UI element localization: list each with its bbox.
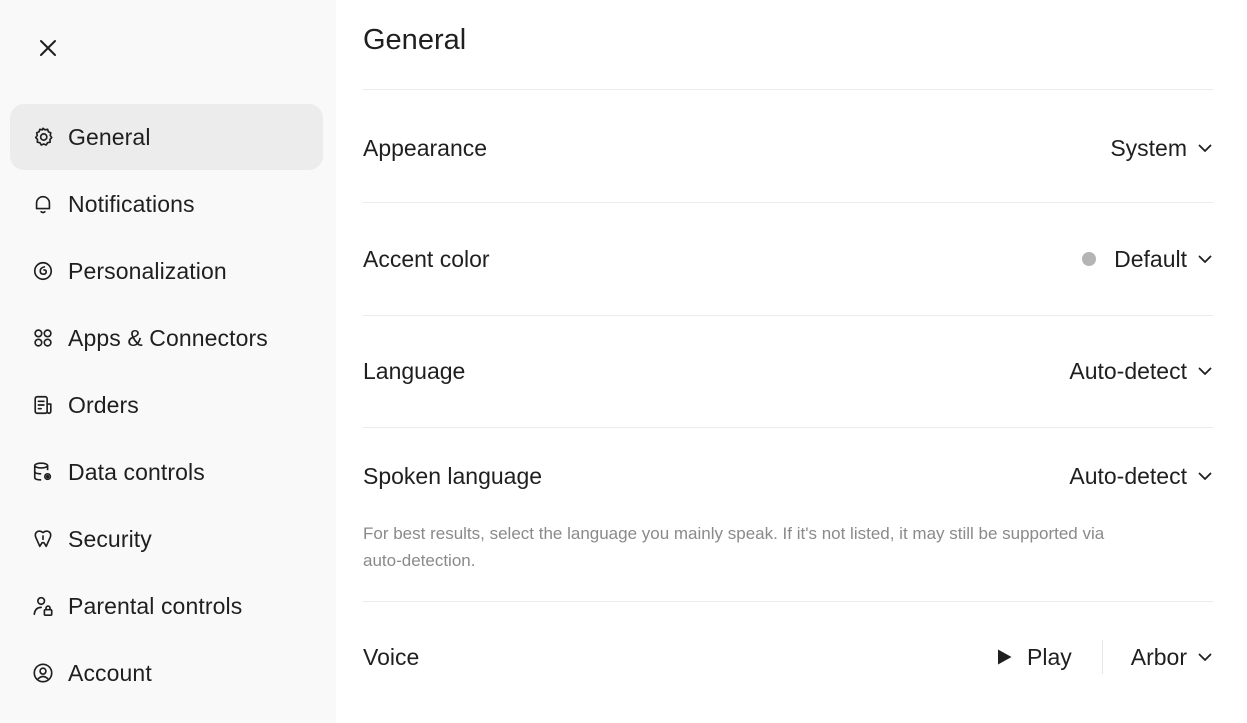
sidebar-item-personalization[interactable]: Personalization xyxy=(10,238,323,304)
play-icon xyxy=(995,648,1013,666)
voice-controls: Play Arbor xyxy=(987,640,1213,675)
sidebar-item-label: Orders xyxy=(68,391,139,418)
language-dropdown[interactable]: Auto-detect xyxy=(1061,354,1213,389)
sidebar-item-general[interactable]: General xyxy=(10,104,323,170)
apps-icon xyxy=(32,327,54,349)
chevron-down-icon xyxy=(1197,140,1213,156)
dropdown-value: Arbor xyxy=(1130,643,1187,670)
setting-label: Language xyxy=(363,357,466,384)
play-voice-button[interactable]: Play xyxy=(987,640,1080,675)
bell-icon xyxy=(32,193,54,215)
setting-row-spoken-language: Spoken language Auto-detect xyxy=(363,448,1213,504)
page-title: General xyxy=(363,24,467,56)
appearance-dropdown[interactable]: System xyxy=(1102,131,1213,166)
sidebar-item-label: General xyxy=(68,123,151,150)
sidebar-item-label: Notifications xyxy=(68,190,195,217)
sidebar-item-notifications[interactable]: Notifications xyxy=(10,171,323,237)
settings-nav: General Notifications Personalization Ap… xyxy=(10,104,323,707)
personalization-icon xyxy=(32,260,54,282)
sidebar-item-data-controls[interactable]: Data controls xyxy=(10,439,323,505)
chevron-down-icon xyxy=(1197,363,1213,379)
security-icon xyxy=(32,528,54,550)
chevron-down-icon xyxy=(1197,468,1213,484)
divider xyxy=(363,315,1213,316)
accent-color-swatch xyxy=(1082,252,1097,266)
dropdown-value: Default xyxy=(1114,245,1187,272)
sidebar-item-label: Parental controls xyxy=(68,592,243,619)
orders-icon xyxy=(32,394,54,416)
dropdown-value: Auto-detect xyxy=(1069,357,1187,384)
sidebar-item-parental-controls[interactable]: Parental controls xyxy=(10,573,323,639)
sidebar-item-label: Data controls xyxy=(68,458,205,485)
setting-label: Voice xyxy=(363,643,420,670)
setting-label: Accent color xyxy=(363,245,490,272)
sidebar-item-label: Account xyxy=(68,659,152,686)
sidebar-item-label: Security xyxy=(68,525,152,552)
settings-content: General Appearance System Accent color D… xyxy=(363,0,1213,723)
sidebar-item-apps-connectors[interactable]: Apps & Connectors xyxy=(10,305,323,371)
settings-window: General Notifications Personalization Ap… xyxy=(0,0,1247,723)
sidebar-item-account[interactable]: Account xyxy=(10,640,323,706)
divider xyxy=(363,89,1213,90)
dropdown-value: Auto-detect xyxy=(1069,462,1187,489)
account-icon xyxy=(32,662,54,684)
chevron-down-icon xyxy=(1197,649,1213,665)
parental-icon xyxy=(32,595,54,617)
setting-row-accent-color: Accent color Default xyxy=(363,231,1213,287)
setting-row-voice: Voice Play Arbor xyxy=(363,629,1213,685)
dropdown-value: System xyxy=(1110,134,1187,161)
database-gear-icon xyxy=(32,461,54,483)
spoken-language-help-text: For best results, select the language yo… xyxy=(363,524,1105,570)
close-icon xyxy=(40,40,56,56)
accent-color-dropdown[interactable]: Default xyxy=(1074,242,1213,277)
divider xyxy=(363,427,1213,428)
sidebar-item-security[interactable]: Security xyxy=(10,506,323,572)
sidebar-item-label: Personalization xyxy=(68,257,227,284)
sidebar-item-label: Apps & Connectors xyxy=(68,324,268,351)
gear-icon xyxy=(32,126,54,148)
divider xyxy=(363,202,1213,203)
setting-row-language: Language Auto-detect xyxy=(363,343,1213,399)
vertical-separator xyxy=(1101,640,1103,674)
close-button[interactable] xyxy=(30,30,66,66)
sidebar-item-orders[interactable]: Orders xyxy=(10,372,323,438)
chevron-down-icon xyxy=(1197,251,1213,267)
setting-label: Appearance xyxy=(363,134,488,161)
divider xyxy=(363,601,1213,602)
setting-label: Spoken language xyxy=(363,462,543,489)
setting-row-appearance: Appearance System xyxy=(363,120,1213,176)
settings-sidebar: General Notifications Personalization Ap… xyxy=(0,0,336,723)
play-label: Play xyxy=(1027,643,1072,670)
spoken-language-dropdown[interactable]: Auto-detect xyxy=(1061,459,1213,494)
voice-dropdown[interactable]: Arbor xyxy=(1123,640,1213,675)
